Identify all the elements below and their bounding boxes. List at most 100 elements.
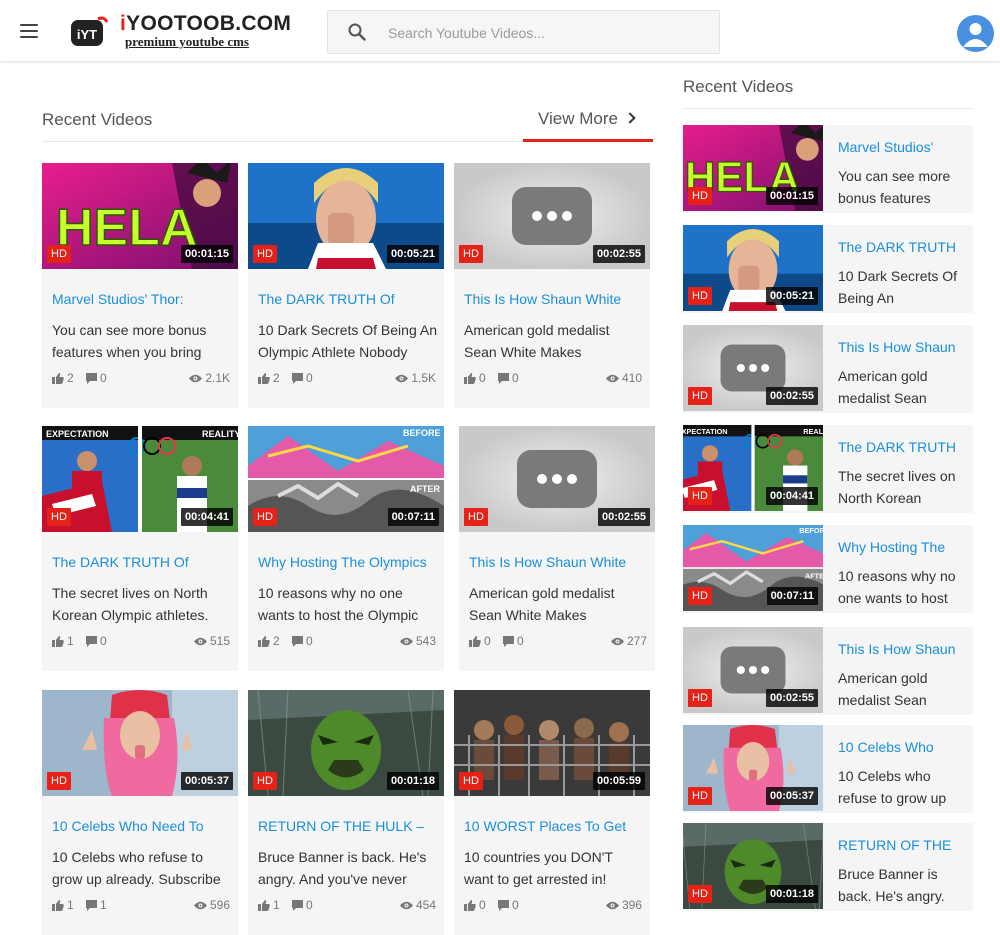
video-title-link[interactable]: This Is How Shaun White: [469, 554, 649, 570]
video-card[interactable]: HD 00:02:55 This Is How Shaun White Amer…: [459, 426, 655, 671]
views-count: 543: [415, 634, 436, 648]
likes-stat[interactable]: 2: [258, 634, 280, 648]
views-count: 410: [621, 371, 642, 385]
comment-icon: [292, 635, 303, 647]
likes-stat[interactable]: 2: [52, 371, 74, 385]
sidebar-video-thumbnail[interactable]: HELA HD 00:01:15: [683, 125, 823, 211]
sidebar-video-thumbnail[interactable]: HD 00:01:18: [683, 823, 823, 909]
sidebar-video-title-link[interactable]: Marvel Studios': [838, 139, 968, 155]
view-more-link[interactable]: View More: [523, 109, 653, 142]
video-card[interactable]: BEFORE AFTER HD 00:07:11 Why Hosting The …: [248, 426, 444, 671]
video-title-link[interactable]: 10 WORST Places To Get: [464, 818, 644, 834]
avatar-icon[interactable]: [957, 15, 994, 52]
comment-icon: [292, 372, 303, 384]
video-title-link[interactable]: RETURN OF THE HULK –: [258, 818, 438, 834]
video-card[interactable]: HD 00:01:18 RETURN OF THE HULK – Bruce B…: [248, 690, 444, 935]
sidebar-video-thumbnail[interactable]: HD 00:02:55: [683, 325, 823, 411]
duration-badge: 00:01:18: [765, 885, 818, 903]
sidebar-video-item[interactable]: HELA HD 00:01:15 Marvel Studios' You can…: [683, 125, 973, 213]
sidebar-video-title-link[interactable]: This Is How Shaun: [838, 641, 968, 657]
video-card[interactable]: HD 00:05:21 The DARK TRUTH Of 10 Dark Se…: [248, 163, 444, 408]
duration-badge: 00:05:37: [180, 772, 233, 790]
video-description: The secret lives on North Korean Olympic…: [52, 585, 209, 623]
sidebar-video-description: 10 Dark Secrets Of Being An: [838, 268, 958, 306]
comments-stat[interactable]: 0: [498, 371, 519, 385]
comments-stat[interactable]: 0: [292, 371, 313, 385]
video-title-link[interactable]: 10 Celebs Who Need To: [52, 818, 232, 834]
comments-stat[interactable]: 0: [498, 898, 519, 912]
sidebar-video-thumbnail[interactable]: HD 00:05:37: [683, 725, 823, 811]
comments-stat[interactable]: 0: [292, 634, 313, 648]
sidebar-video-thumbnail[interactable]: EXPECTATION REALITY HD 00:04:41: [683, 425, 823, 511]
likes-stat[interactable]: 0: [469, 634, 491, 648]
sidebar-video-title-link[interactable]: 10 Celebs Who: [838, 739, 968, 755]
video-thumbnail[interactable]: HD 00:05:37: [42, 690, 238, 796]
comments-stat[interactable]: 0: [503, 634, 524, 648]
video-thumbnail[interactable]: HD 00:01:18: [248, 690, 444, 796]
sidebar-video-item[interactable]: HD 00:05:21 The DARK TRUTH 10 Dark Secre…: [683, 225, 973, 313]
logo-icon[interactable]: iYT: [68, 14, 110, 50]
sidebar-video-title-link[interactable]: RETURN OF THE: [838, 837, 968, 853]
sidebar-video-item[interactable]: HD 00:05:37 10 Celebs Who 10 Celebs who …: [683, 725, 973, 813]
sidebar-video-title-link[interactable]: This Is How Shaun: [838, 339, 968, 355]
sidebar-video-description: American gold medalist Sean: [838, 670, 928, 708]
duration-badge: 00:02:55: [597, 508, 650, 526]
sidebar-video-item[interactable]: HD 00:02:55 This Is How Shaun American g…: [683, 627, 973, 715]
video-card[interactable]: HD 00:05:37 10 Celebs Who Need To 10 Cel…: [42, 690, 238, 935]
video-thumbnail[interactable]: HD 00:02:55: [459, 426, 655, 532]
duration-badge: 00:05:59: [592, 772, 645, 790]
search-bar[interactable]: [327, 10, 720, 54]
video-title-link[interactable]: The DARK TRUTH Of: [258, 291, 438, 307]
sidebar-video-description: 10 reasons why no one wants to host: [838, 568, 956, 606]
sidebar-video-item[interactable]: EXPECTATION REALITY HD 00:04:41 The DARK …: [683, 425, 973, 513]
comments-count: 0: [100, 371, 107, 385]
sidebar-video-title-link[interactable]: The DARK TRUTH: [838, 239, 968, 255]
sidebar-video-thumbnail[interactable]: BEFORE AFTER HD 00:07:11: [683, 525, 823, 611]
video-title-link[interactable]: The DARK TRUTH Of: [52, 554, 232, 570]
video-card[interactable]: HELA HD 00:01:15 Marvel Studios' Thor: Y…: [42, 163, 238, 408]
video-thumbnail[interactable]: HELA HD 00:01:15: [42, 163, 238, 269]
video-thumbnail[interactable]: HD 00:05:21: [248, 163, 444, 269]
video-description: 10 Dark Secrets Of Being An Olympic Athl…: [258, 322, 437, 360]
sidebar-video-title-link[interactable]: Why Hosting The: [838, 539, 968, 555]
video-thumbnail[interactable]: BEFORE AFTER HD 00:07:11: [248, 426, 444, 532]
video-title-link[interactable]: This Is How Shaun White: [464, 291, 644, 307]
thumbs-up-icon: [258, 372, 270, 384]
search-input[interactable]: [388, 22, 708, 44]
comments-stat[interactable]: 0: [86, 371, 107, 385]
comment-icon: [503, 635, 514, 647]
video-title-link[interactable]: Why Hosting The Olympics: [258, 554, 438, 570]
comments-stat[interactable]: 0: [292, 898, 313, 912]
hd-badge: HD: [253, 245, 277, 263]
likes-stat[interactable]: 0: [464, 898, 486, 912]
likes-stat[interactable]: 2: [258, 371, 280, 385]
hamburger-icon[interactable]: [20, 24, 38, 38]
comment-icon: [86, 372, 97, 384]
comments-stat[interactable]: 0: [86, 634, 107, 648]
logo[interactable]: iYOOTOOB.COM premium youtube cms: [120, 13, 291, 49]
video-thumbnail[interactable]: EXPECTATION REALITY HD 00:04:41: [42, 426, 238, 532]
video-thumbnail[interactable]: HD 00:02:55: [454, 163, 650, 269]
sidebar-video-item[interactable]: HD 00:01:18 RETURN OF THE Bruce Banner i…: [683, 823, 973, 911]
video-card[interactable]: EXPECTATION REALITY HD 00:04:41 The DARK …: [42, 426, 238, 671]
sidebar-video-title-link[interactable]: The DARK TRUTH: [838, 439, 968, 455]
search-icon[interactable]: [348, 23, 366, 41]
sidebar-video-item[interactable]: HD 00:02:55 This Is How Shaun American g…: [683, 325, 973, 413]
video-card[interactable]: HD 00:02:55 This Is How Shaun White Amer…: [454, 163, 650, 408]
likes-stat[interactable]: 1: [258, 898, 280, 912]
comment-icon: [498, 899, 509, 911]
likes-stat[interactable]: 1: [52, 898, 74, 912]
video-card[interactable]: HD 00:05:59 10 WORST Places To Get 10 co…: [454, 690, 650, 935]
likes-stat[interactable]: 1: [52, 634, 74, 648]
thumbs-up-icon: [52, 899, 64, 911]
comments-stat[interactable]: 1: [86, 898, 107, 912]
duration-badge: 00:02:55: [592, 245, 645, 263]
video-title-link[interactable]: Marvel Studios' Thor:: [52, 291, 232, 307]
sidebar-video-item[interactable]: BEFOREAFTER HD 00:07:11 Why Hosting The …: [683, 525, 973, 613]
sidebar-video-thumbnail[interactable]: HD 00:05:21: [683, 225, 823, 311]
hd-badge: HD: [459, 245, 483, 263]
likes-stat[interactable]: 0: [464, 371, 486, 385]
video-thumbnail[interactable]: HD 00:05:59: [454, 690, 650, 796]
sidebar-video-thumbnail[interactable]: HD 00:02:55: [683, 627, 823, 713]
comments-count: 0: [100, 634, 107, 648]
